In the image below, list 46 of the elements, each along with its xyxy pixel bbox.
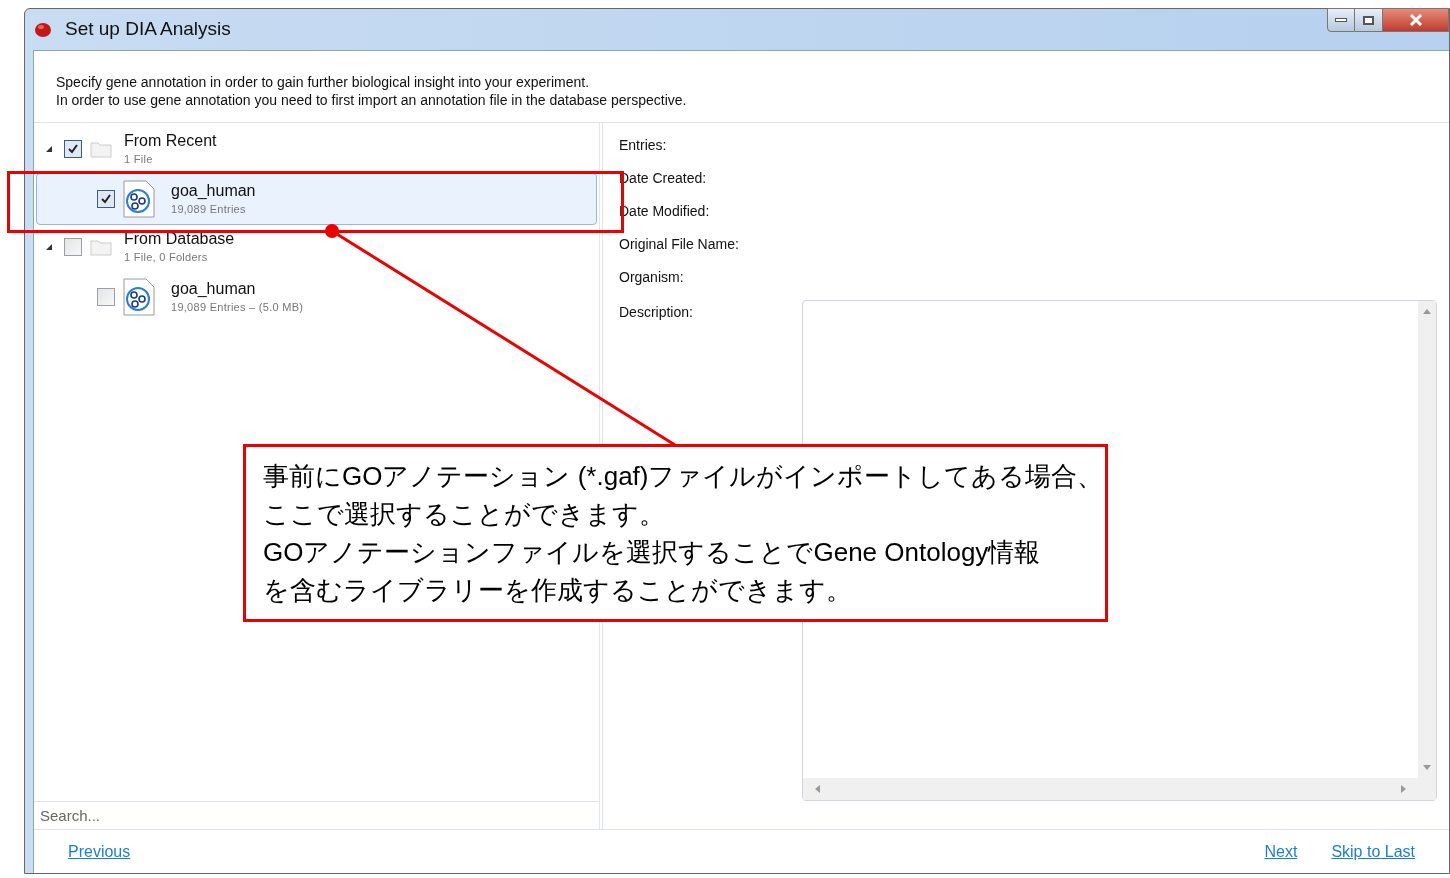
scroll-up-icon[interactable] xyxy=(1423,309,1431,314)
scroll-right-icon[interactable] xyxy=(1401,785,1406,793)
group-count: 1 File xyxy=(124,152,154,167)
window-title: Set up DIA Analysis xyxy=(65,17,231,42)
scroll-left-icon[interactable] xyxy=(815,785,820,793)
instruction-text: Specify gene annotation in order to gain further biological insight into your experiment. xyxy=(56,73,591,91)
file-name: goa_human xyxy=(171,279,257,299)
check-icon xyxy=(67,143,79,155)
folder-icon xyxy=(90,238,112,256)
next-link[interactable]: Next xyxy=(1264,839,1298,864)
file-details: 19,089 Entries xyxy=(171,202,247,217)
checkbox[interactable] xyxy=(64,238,82,256)
detail-label: Organism: xyxy=(619,268,684,287)
expanded-arrow-icon[interactable] xyxy=(45,145,53,153)
close-icon xyxy=(1408,14,1423,26)
scroll-down-icon[interactable] xyxy=(1423,765,1431,770)
callout-text: GOアノテーションファイルを選択することでGene Ontology情報 xyxy=(263,536,1041,569)
callout-text: ここで選択することができます。 xyxy=(263,498,665,531)
expanded-arrow-icon[interactable] xyxy=(45,243,53,251)
checkbox[interactable] xyxy=(97,190,115,208)
checkbox[interactable] xyxy=(64,140,82,158)
file-item[interactable]: goa_human 19,089 Entries xyxy=(36,173,597,225)
close-button[interactable] xyxy=(1383,8,1449,32)
file-item[interactable]: goa_human 19,089 Entries – (5.0 MB) xyxy=(36,271,597,323)
check-icon xyxy=(100,193,112,205)
previous-link[interactable]: Previous xyxy=(68,839,131,864)
annotation-file-icon xyxy=(123,180,155,218)
file-name: goa_human xyxy=(171,181,256,201)
search-field[interactable]: Search... xyxy=(34,801,599,829)
horizontal-scrollbar[interactable] xyxy=(803,778,1436,800)
detail-label: Original File Name: xyxy=(619,235,739,254)
callout-text: を含むライブラリーを作成することができます。 xyxy=(263,574,852,607)
instruction-text: In order to use gene annotation you need to first import an annotation file in the database perspective. xyxy=(56,91,688,109)
group-count: 1 File, 0 Folders xyxy=(124,250,209,265)
folder-icon xyxy=(90,140,112,158)
vertical-scrollbar[interactable] xyxy=(1418,301,1436,778)
annotation-file-icon xyxy=(123,278,155,316)
skip-to-last-link[interactable]: Skip to Last xyxy=(1331,839,1415,864)
maximize-button[interactable] xyxy=(1355,8,1383,32)
file-details: 19,089 Entries – (5.0 MB) xyxy=(171,300,304,315)
detail-label: Entries: xyxy=(619,136,667,155)
checkbox[interactable] xyxy=(97,288,115,306)
group-label: From Recent xyxy=(124,131,217,151)
minimize-button[interactable] xyxy=(1327,8,1355,32)
detail-label: Description: xyxy=(619,303,694,322)
callout-text: 事前にGOアノテーション (*.gaf)ファイルがインポートしてある場合、 xyxy=(263,460,1104,493)
